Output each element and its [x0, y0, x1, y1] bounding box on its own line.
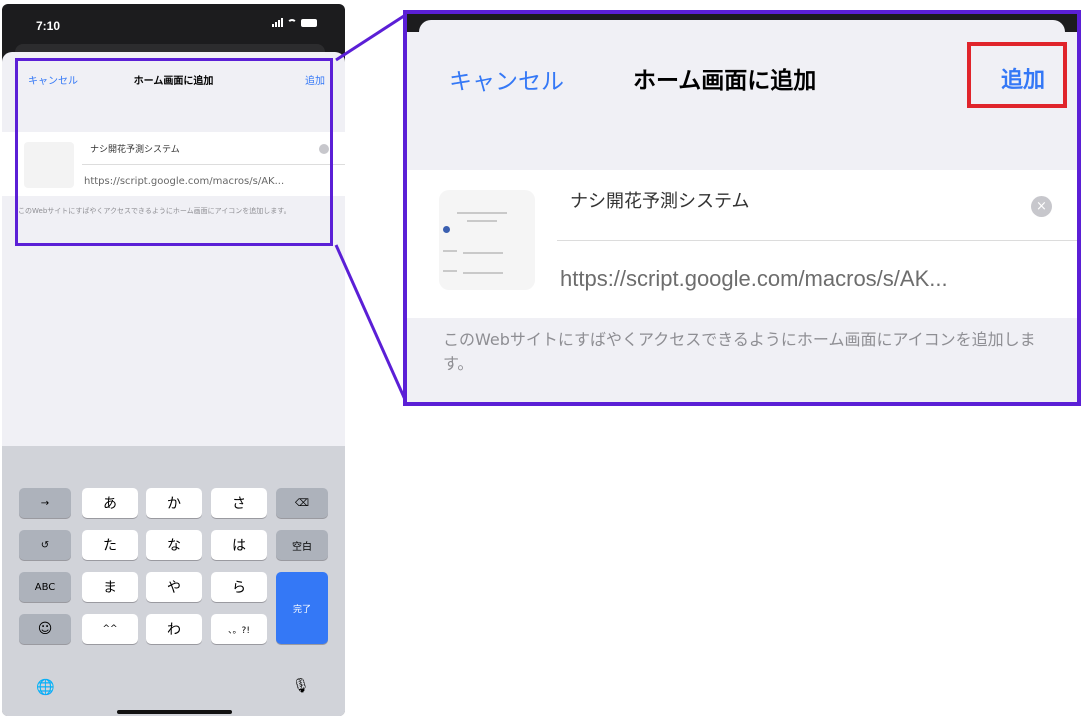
key-abc[interactable]: ABC	[19, 572, 71, 602]
backspace-key[interactable]: ⌫	[276, 488, 328, 518]
phone-screenshot: 7:10 ホーム画面に追加 キャンセル 追加 ナシ開花予測システム https:…	[2, 4, 345, 716]
japanese-keyboard: → あ か さ ⌫ ↺ た な は 空白 ABC ま や ら 完了 ☺ ^^ わ…	[2, 446, 345, 716]
done-key[interactable]: 完了	[276, 572, 328, 644]
key-ra[interactable]: ら	[211, 572, 267, 602]
zoom-bookmark-card: ナシ開花予測システム × https://script.google.com/m…	[407, 170, 1077, 318]
key-ma[interactable]: ま	[82, 572, 138, 602]
zoom-sheet-title: ホーム画面に追加	[633, 68, 817, 94]
status-bar: 7:10	[2, 4, 345, 44]
space-key[interactable]: 空白	[276, 530, 328, 560]
zoom-add-button[interactable]: 追加	[1001, 62, 1045, 94]
signal-icon	[272, 18, 283, 27]
key-kaomoji[interactable]: ^^	[82, 614, 138, 644]
key-ka[interactable]: か	[146, 488, 202, 518]
key-undo[interactable]: ↺	[19, 530, 71, 560]
home-indicator	[117, 710, 232, 714]
key-ya[interactable]: や	[146, 572, 202, 602]
key-arrow[interactable]: →	[19, 488, 71, 518]
key-na[interactable]: な	[146, 530, 202, 560]
zoom-app-name-field[interactable]: ナシ開花予測システム	[570, 187, 749, 213]
microphone-icon[interactable]: 🎙	[292, 678, 310, 694]
zoomed-dialog: キャンセル ホーム画面に追加 追加 ナシ開花予測システム × https://s…	[403, 10, 1081, 406]
zoom-cancel-button[interactable]: キャンセル	[449, 62, 564, 96]
key-sa[interactable]: さ	[211, 488, 267, 518]
emoji-key[interactable]: ☺	[19, 614, 71, 644]
zoom-divider	[557, 240, 1077, 241]
highlight-frame	[15, 58, 333, 246]
wifi-icon	[287, 19, 297, 27]
key-ha[interactable]: は	[211, 530, 267, 560]
key-wa[interactable]: わ	[146, 614, 202, 644]
zoom-description-text: このWebサイトにすばやくアクセスできるようにホーム画面にアイコンを追加します。	[443, 330, 1036, 373]
battery-icon	[301, 19, 317, 27]
zoom-site-thumbnail	[439, 190, 535, 290]
status-time: 7:10	[36, 19, 61, 33]
key-a[interactable]: あ	[82, 488, 138, 518]
key-punctuation[interactable]: 、。?!	[211, 614, 267, 644]
zoom-url-field: https://script.google.com/macros/s/AK...	[560, 266, 948, 291]
zoom-clear-text-icon[interactable]: ×	[1031, 196, 1052, 217]
globe-icon[interactable]: 🌐	[36, 678, 55, 696]
zoom-top-edge	[407, 14, 1077, 34]
key-ta[interactable]: た	[82, 530, 138, 560]
status-icons	[272, 18, 317, 27]
